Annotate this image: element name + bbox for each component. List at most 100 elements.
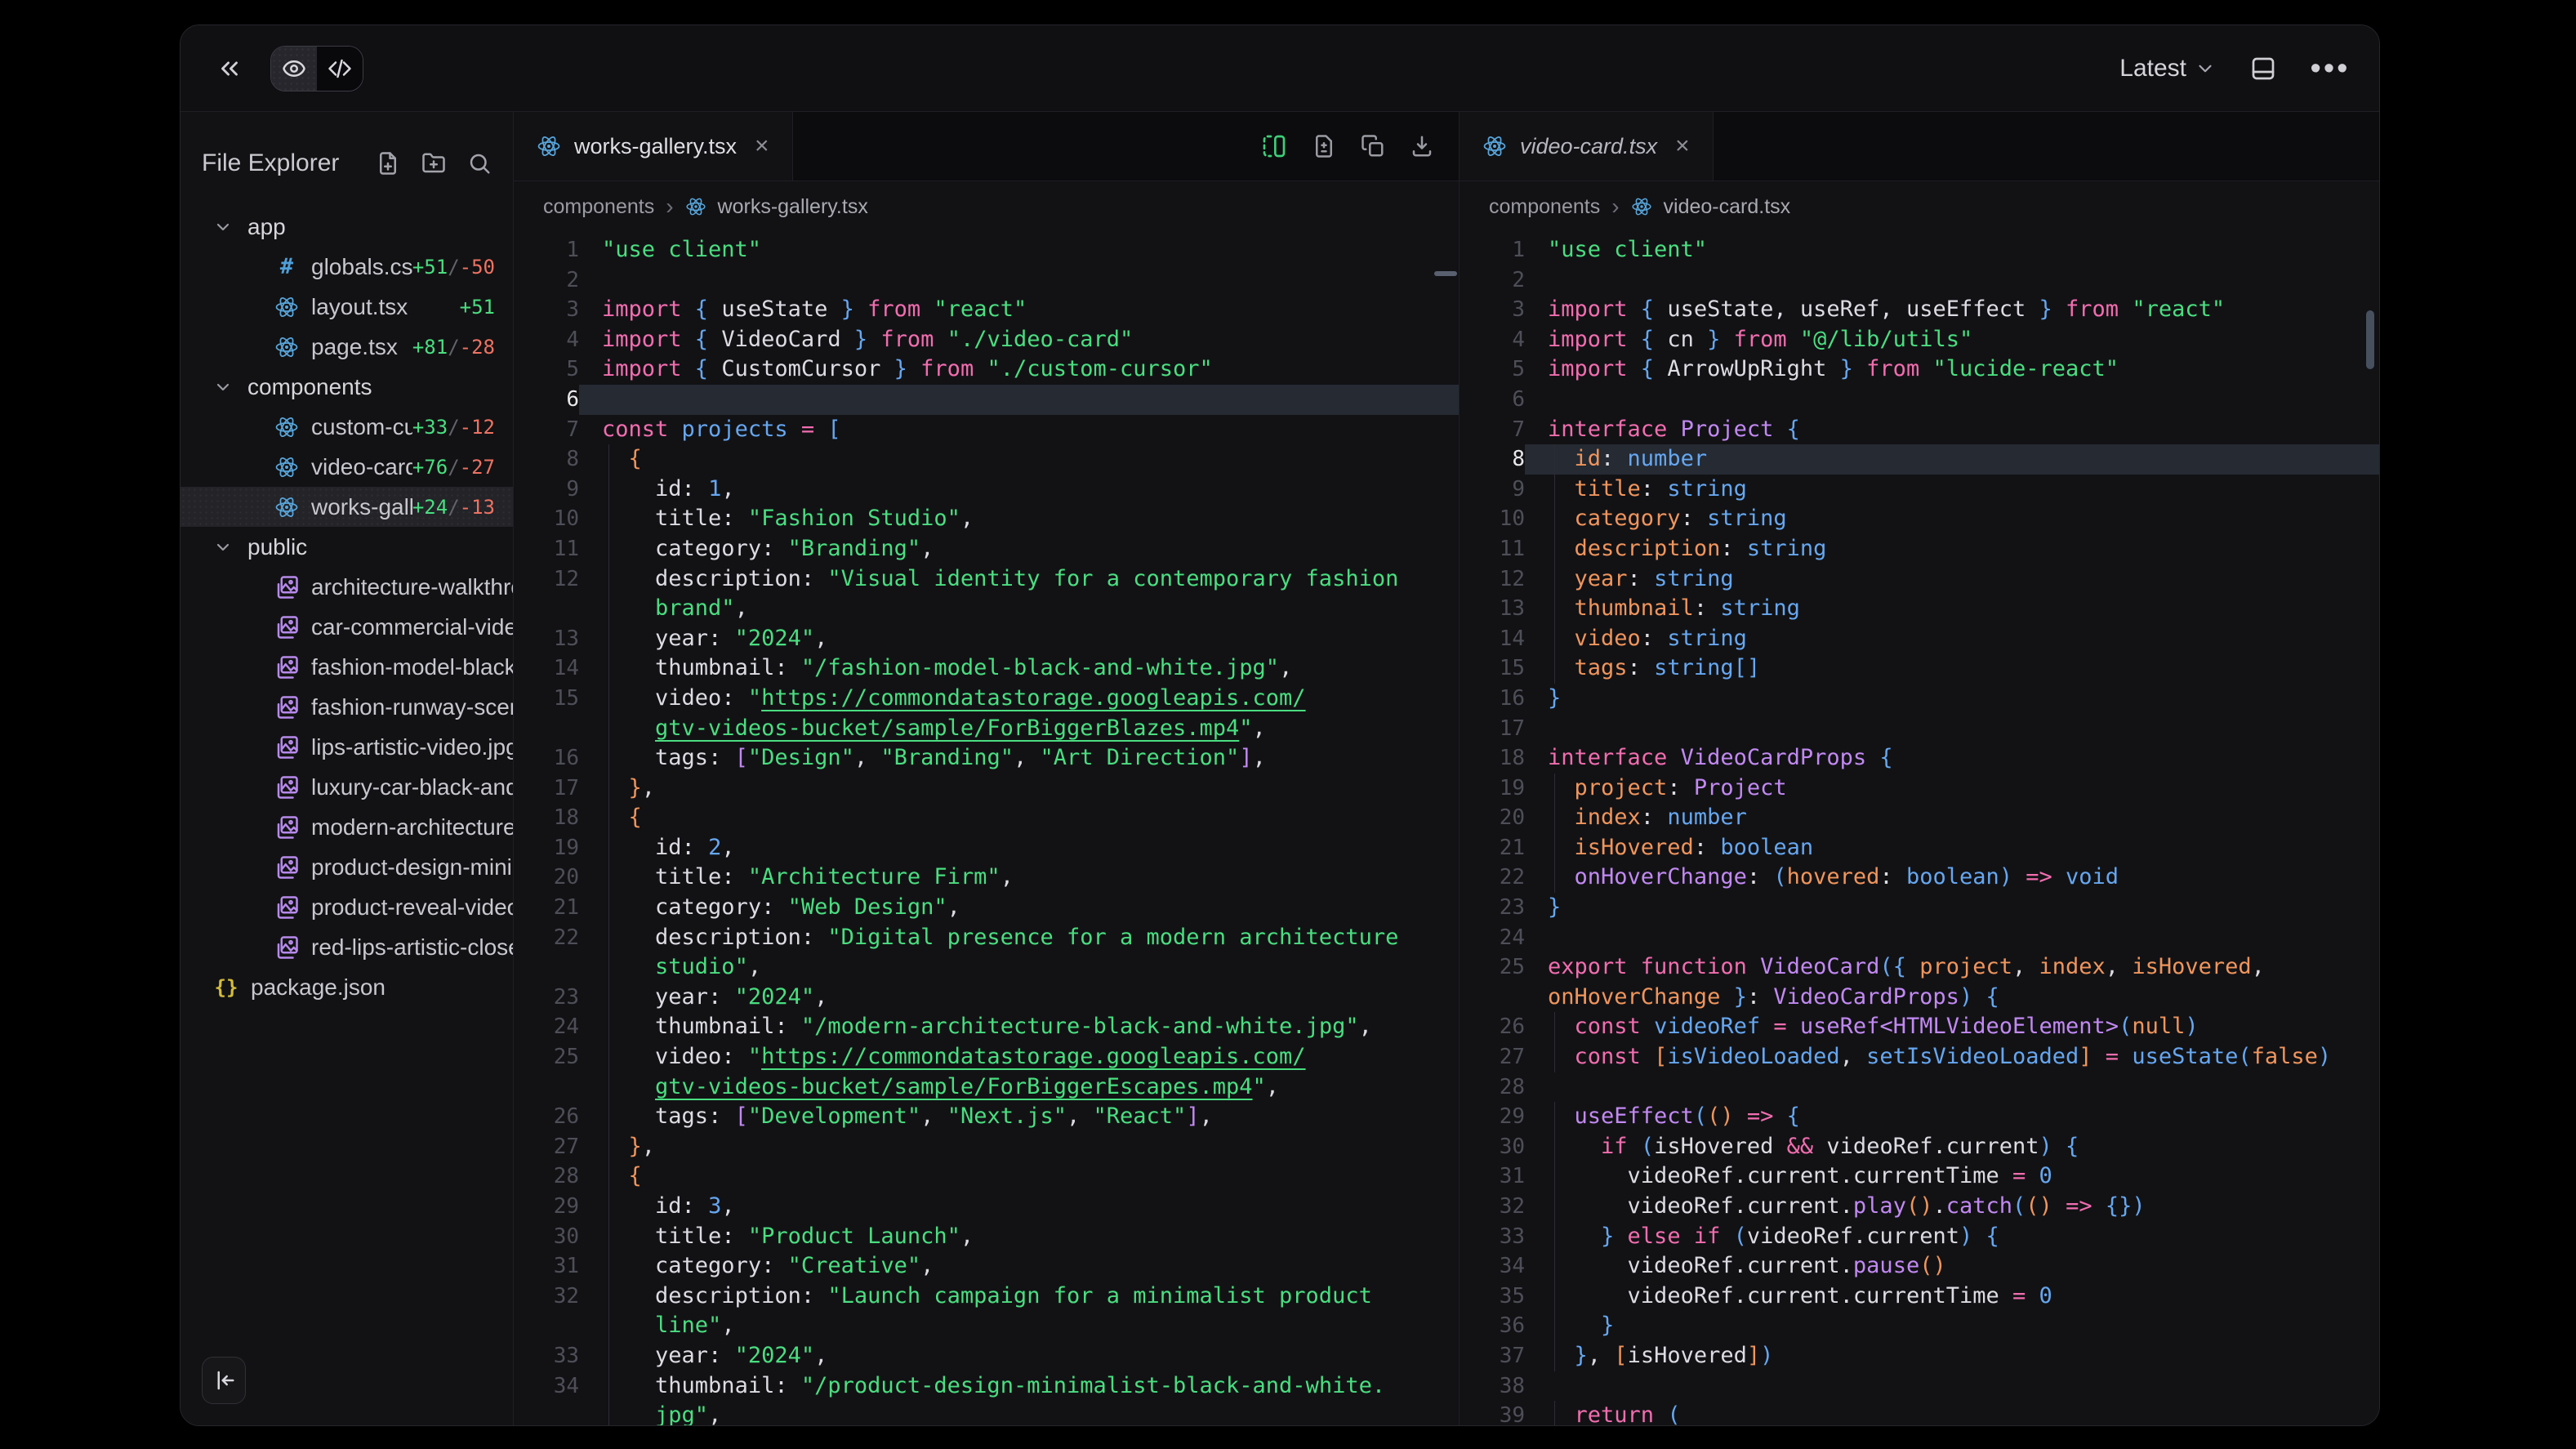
tree-file-product-reveal-video.j-[interactable]: product-reveal-video.j… [180, 887, 513, 927]
tree-file-architecture-walkthro-[interactable]: architecture-walkthro… [180, 567, 513, 607]
tree-item-label: car-commercial-video… [311, 614, 513, 640]
line-number: 1 [514, 235, 579, 265]
line-number: 11 [514, 534, 579, 564]
line-number: 29 [514, 1192, 579, 1222]
image-icon [274, 694, 300, 720]
line-number: 14 [1460, 624, 1525, 654]
tree-file-fashion-model-black-[interactable]: fashion-model-black-… [180, 647, 513, 687]
tab-works-gallery[interactable]: works-gallery.tsx × [514, 112, 793, 181]
new-folder-button[interactable] [421, 151, 446, 176]
tree-item-label: layout.tsx [311, 294, 408, 320]
code-line: 39 return ( [1460, 1401, 2379, 1425]
download-button[interactable] [1410, 134, 1434, 158]
code-line: gtv-videos-bucket/sample/ForBiggerBlazes… [514, 714, 1459, 744]
react-icon [1631, 196, 1652, 217]
tree-item-label: page.tsx [311, 334, 398, 360]
tree-file-product-design-minim-[interactable]: product-design-minim… [180, 847, 513, 887]
tree-folder-public[interactable]: public [180, 527, 513, 567]
line-number: 5 [1460, 354, 1525, 385]
line-number: 6 [1460, 385, 1525, 415]
line-number: 12 [514, 564, 579, 595]
close-tab-icon[interactable]: × [755, 132, 769, 160]
chevron-down-icon [210, 534, 236, 560]
tree-file-luxury-car-black-and-[interactable]: luxury-car-black-and-… [180, 767, 513, 807]
line-number: 4 [1460, 325, 1525, 355]
code-line: line", [514, 1311, 1459, 1341]
tree-file-layout.tsx[interactable]: layout.tsx+51 [180, 287, 513, 327]
tree-file-package.json[interactable]: {}package.json [180, 967, 513, 1007]
line-number: 23 [514, 983, 579, 1013]
tree-file-custom-curs-[interactable]: custom-curs…+33/-12 [180, 407, 513, 447]
code-line: jpg", [514, 1401, 1459, 1425]
split-diff-button[interactable] [1261, 133, 1287, 159]
file-diff-button[interactable] [1312, 134, 1336, 158]
new-file-button[interactable] [376, 151, 400, 176]
tree-file-car-commercial-video-[interactable]: car-commercial-video… [180, 607, 513, 647]
tree-file-page.tsx[interactable]: page.tsx+81/-28 [180, 327, 513, 367]
eye-icon [282, 56, 306, 81]
code-area-works-gallery[interactable]: 1"use client"23import { useState } from … [514, 232, 1459, 1425]
code-toggle-button[interactable] [317, 47, 363, 91]
diff-stats: +51/-50 [412, 256, 513, 279]
breadcrumb-file[interactable]: works-gallery.tsx [718, 195, 868, 219]
breadcrumb-file[interactable]: video-card.tsx [1664, 195, 1791, 219]
version-label: Latest [2119, 55, 2186, 82]
tree-file-globals.css[interactable]: #globals.css+51/-50 [180, 247, 513, 287]
code-line: 11 category: "Branding", [514, 534, 1459, 564]
code-line: 7interface Project { [1460, 415, 2379, 445]
breadcrumb-folder[interactable]: components [1489, 195, 1600, 219]
code-line: 21 category: "Web Design", [514, 893, 1459, 923]
tree-file-red-lips-artistic-close-[interactable]: red-lips-artistic-close… [180, 927, 513, 967]
code-line: 20 index: number [1460, 803, 2379, 833]
tree-item-label: package.json [251, 974, 386, 1001]
tree-file-lips-artistic-video.jpg[interactable]: lips-artistic-video.jpg [180, 727, 513, 767]
react-icon [274, 454, 300, 480]
line-number: 7 [1460, 415, 1525, 445]
code-icon [328, 56, 352, 81]
line-number: 25 [1460, 952, 1525, 983]
code-line: 7const projects = [ [514, 415, 1459, 445]
code-line: 24 [1460, 923, 2379, 953]
tree-item-label: fashion-runway-scen… [311, 694, 513, 720]
tree-folder-app[interactable]: app [180, 207, 513, 247]
line-number: 32 [1460, 1192, 1525, 1222]
file-explorer-title: File Explorer [202, 149, 339, 177]
line-number: 24 [514, 1012, 579, 1042]
code-line: 15 video: "https://commondatastorage.goo… [514, 684, 1459, 714]
code-line: 29 useEffect(() => { [1460, 1102, 2379, 1132]
tree-file-modern-architecture-[interactable]: modern-architecture-… [180, 807, 513, 847]
tree-file-fashion-runway-scen-[interactable]: fashion-runway-scen… [180, 687, 513, 727]
breadcrumb-folder[interactable]: components [543, 195, 654, 219]
close-tab-icon[interactable]: × [1675, 132, 1690, 160]
react-icon [274, 414, 300, 440]
code-line: 25export function VideoCard({ project, i… [1460, 952, 2379, 983]
code-line: 24 thumbnail: "/modern-architecture-blac… [514, 1012, 1459, 1042]
code-line: 34 videoRef.current.pause() [1460, 1251, 2379, 1282]
code-line: gtv-videos-bucket/sample/ForBiggerEscape… [514, 1072, 1459, 1103]
copy-button[interactable] [1361, 134, 1385, 158]
collapse-panel-button[interactable] [202, 1357, 246, 1404]
tab-video-card[interactable]: video-card.tsx × [1460, 112, 1714, 181]
image-icon [274, 774, 300, 800]
collapse-sidebar-button[interactable] [210, 49, 249, 88]
tab-bar: video-card.tsx × [1460, 112, 2379, 181]
tree-folder-components[interactable]: components [180, 367, 513, 407]
code-line: 12 year: string [1460, 564, 2379, 595]
preview-toggle-button[interactable] [271, 47, 317, 91]
line-number: 35 [1460, 1282, 1525, 1312]
version-selector[interactable]: Latest [2119, 55, 2216, 82]
line-number: 33 [1460, 1222, 1525, 1252]
code-line: 16} [1460, 684, 2379, 714]
line-number: 26 [514, 1102, 579, 1132]
code-line: 38 [1460, 1371, 2379, 1402]
toggle-panel-button[interactable] [2244, 49, 2283, 88]
line-number: 25 [514, 1042, 579, 1072]
more-options-button[interactable]: ••• [2311, 49, 2350, 88]
tree-item-label: lips-artistic-video.jpg [311, 734, 513, 760]
code-area-video-card[interactable]: 1"use client"23import { useState, useRef… [1460, 232, 2379, 1425]
tree-file-works-galler-[interactable]: works-galler…+24/-13 [180, 487, 513, 527]
image-icon [274, 734, 300, 760]
tree-file-video-card.tsx[interactable]: video-card.tsx+76/-27 [180, 447, 513, 487]
line-number: 16 [514, 743, 579, 774]
search-icon[interactable] [467, 151, 492, 176]
